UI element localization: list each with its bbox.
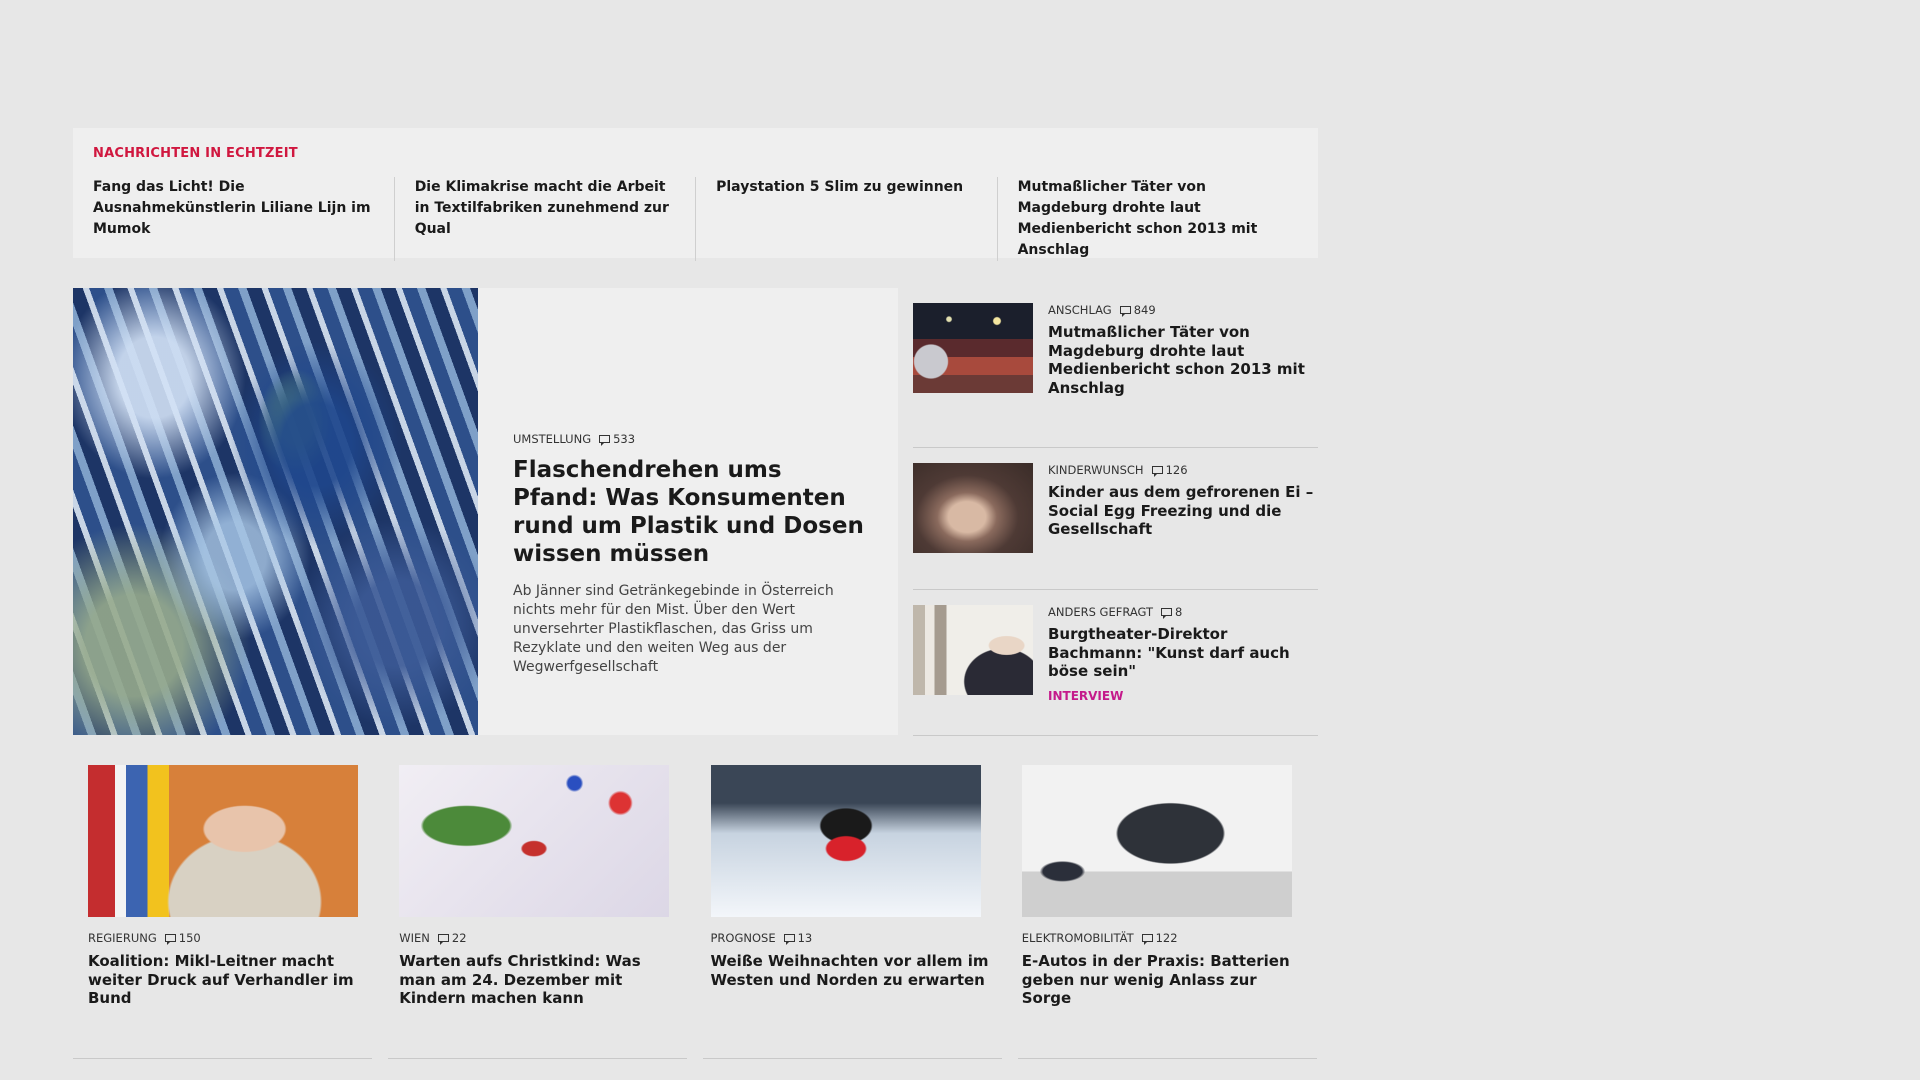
category-label: ANDERS GEFRAGT bbox=[1048, 605, 1154, 619]
card-divider bbox=[703, 1058, 1002, 1059]
ticker-item[interactable]: Playstation 5 Slim zu gewinnen bbox=[695, 177, 996, 261]
side-article-body: ANDERS GEFRAGT 8 Burgtheater-Direktor Ba… bbox=[1048, 605, 1318, 735]
side-article-body: KINDERWUNSCH 126 Kinder aus dem gefroren… bbox=[1048, 463, 1318, 589]
side-article[interactable]: ANSCHLAG 849 Mutmaßlicher Täter von Magd… bbox=[913, 288, 1318, 448]
article-image[interactable] bbox=[1021, 765, 1292, 917]
side-article[interactable]: KINDERWUNSCH 126 Kinder aus dem gefroren… bbox=[913, 448, 1318, 590]
comment-icon bbox=[437, 934, 449, 945]
category-label: UMSTELLUNG bbox=[513, 432, 592, 446]
article-card[interactable]: WIEN 22 Warten aufs Christkind: Was man … bbox=[384, 765, 695, 1008]
category-label: PROGNOSE bbox=[710, 931, 776, 945]
comment-count-value: 150 bbox=[178, 931, 201, 945]
comment-count-value: 22 bbox=[451, 931, 467, 945]
article-image[interactable] bbox=[710, 765, 981, 917]
comment-count[interactable]: 22 bbox=[437, 931, 467, 945]
comment-icon bbox=[1141, 934, 1153, 945]
article-image[interactable] bbox=[399, 765, 670, 917]
article-meta: ELEKTROMOBILITÄT 122 bbox=[1022, 931, 1303, 945]
article-card[interactable]: ELEKTROMOBILITÄT 122 E-Autos in der Prax… bbox=[1007, 765, 1318, 1008]
ticker-item[interactable]: Die Klimakrise macht die Arbeit in Texti… bbox=[393, 177, 695, 261]
ticker-item[interactable]: Mutmaßlicher Täter von Magdeburg drohte … bbox=[996, 177, 1298, 261]
side-article-body: ANSCHLAG 849 Mutmaßlicher Täter von Magd… bbox=[1048, 303, 1318, 447]
card-divider bbox=[1018, 1058, 1317, 1059]
comment-count-value: 8 bbox=[1175, 605, 1183, 619]
comment-count-value: 122 bbox=[1155, 931, 1178, 945]
side-articles: ANSCHLAG 849 Mutmaßlicher Täter von Magd… bbox=[913, 288, 1318, 736]
comment-icon bbox=[783, 934, 795, 945]
comment-count-value: 533 bbox=[613, 432, 636, 446]
article-card[interactable]: REGIERUNG 150 Koalition: Mikl-Leitner ma… bbox=[73, 765, 384, 1008]
comment-count[interactable]: 8 bbox=[1161, 605, 1182, 619]
article-thumbnail[interactable] bbox=[913, 605, 1033, 695]
comment-icon bbox=[599, 435, 611, 446]
card-divider bbox=[388, 1058, 687, 1059]
article-meta: KINDERWUNSCH 126 bbox=[1048, 463, 1318, 477]
category-label: KINDERWUNSCH bbox=[1048, 463, 1144, 477]
comment-icon bbox=[1151, 466, 1163, 477]
article-meta: ANDERS GEFRAGT 8 bbox=[1048, 605, 1318, 619]
card-divider bbox=[73, 1058, 372, 1059]
ticker-items: Fang das Licht! Die Ausnahmekünst­lerin … bbox=[93, 177, 1298, 261]
article-meta: UMSTELLUNG 533 bbox=[513, 432, 868, 446]
side-headline[interactable]: Mutmaßlicher Täter von Magdeburg drohte … bbox=[1048, 323, 1318, 397]
card-headline[interactable]: Weiße Weihnachten vor allem im Westen un… bbox=[711, 952, 992, 989]
comment-count-value: 849 bbox=[1133, 303, 1156, 317]
category-label: WIEN bbox=[399, 931, 430, 945]
article-thumbnail[interactable] bbox=[913, 463, 1033, 553]
comment-count-value: 126 bbox=[1165, 463, 1188, 477]
card-headline[interactable]: Warten aufs Christkind: Was man am 24. D… bbox=[399, 952, 680, 1008]
feature-image[interactable] bbox=[73, 288, 478, 735]
article-grid: REGIERUNG 150 Koalition: Mikl-Leitner ma… bbox=[73, 765, 1318, 1059]
page: NACHRICHTEN IN ECHTZEIT Fang das Licht! … bbox=[0, 0, 1920, 1080]
comment-icon bbox=[164, 934, 176, 945]
side-headline[interactable]: Kinder aus dem gefrorenen Ei – Social Eg… bbox=[1048, 483, 1318, 539]
article-meta: PROGNOSE 13 bbox=[711, 931, 992, 945]
article-meta: REGIERUNG 150 bbox=[88, 931, 369, 945]
comment-count[interactable]: 126 bbox=[1151, 463, 1188, 477]
interview-tag: INTERVIEW bbox=[1048, 688, 1124, 703]
live-news-ticker: NACHRICHTEN IN ECHTZEIT Fang das Licht! … bbox=[73, 128, 1318, 261]
ticker-item[interactable]: Fang das Licht! Die Ausnahmekünst­lerin … bbox=[93, 177, 394, 261]
category-label: ANSCHLAG bbox=[1048, 303, 1112, 317]
article-card[interactable]: PROGNOSE 13 Weiße Weihnachten vor allem … bbox=[696, 765, 1007, 1008]
feature-text: UMSTELLUNG 533 Flaschendrehen ums Pfand:… bbox=[478, 288, 898, 735]
card-headline[interactable]: Koalition: Mikl-Leitner macht weiter Dru… bbox=[88, 952, 369, 1008]
article-meta: WIEN 22 bbox=[399, 931, 680, 945]
category-label: REGIERUNG bbox=[88, 931, 157, 945]
comment-icon bbox=[1161, 608, 1173, 619]
side-article[interactable]: ANDERS GEFRAGT 8 Burgtheater-Direktor Ba… bbox=[913, 590, 1318, 736]
article-thumbnail[interactable] bbox=[913, 303, 1033, 393]
comment-count[interactable]: 849 bbox=[1119, 303, 1156, 317]
feature-teaser: Ab Jänner sind Getränkegebinde in Österr… bbox=[513, 583, 834, 675]
feature-headline[interactable]: Flaschendrehen ums Pfand: Was Konsumente… bbox=[513, 456, 868, 568]
comment-icon bbox=[1119, 306, 1131, 317]
comment-count[interactable]: 150 bbox=[164, 931, 201, 945]
category-label: ELEKTROMOBILITÄT bbox=[1021, 931, 1134, 945]
comment-count[interactable]: 122 bbox=[1141, 931, 1178, 945]
side-headline[interactable]: Burgtheater-Direktor Bachmann: "Kunst da… bbox=[1048, 625, 1318, 681]
ticker-title: NACHRICHTEN IN ECHTZEIT bbox=[93, 146, 298, 161]
feature-article[interactable]: UMSTELLUNG 533 Flaschendrehen ums Pfand:… bbox=[73, 288, 898, 735]
comment-count-value: 13 bbox=[797, 931, 813, 945]
comment-count[interactable]: 13 bbox=[783, 931, 813, 945]
article-meta: ANSCHLAG 849 bbox=[1048, 303, 1318, 317]
card-headline[interactable]: E-Autos in der Praxis: Batterien geben n… bbox=[1022, 952, 1303, 1008]
article-image[interactable] bbox=[88, 765, 358, 917]
comment-count[interactable]: 533 bbox=[599, 432, 635, 446]
